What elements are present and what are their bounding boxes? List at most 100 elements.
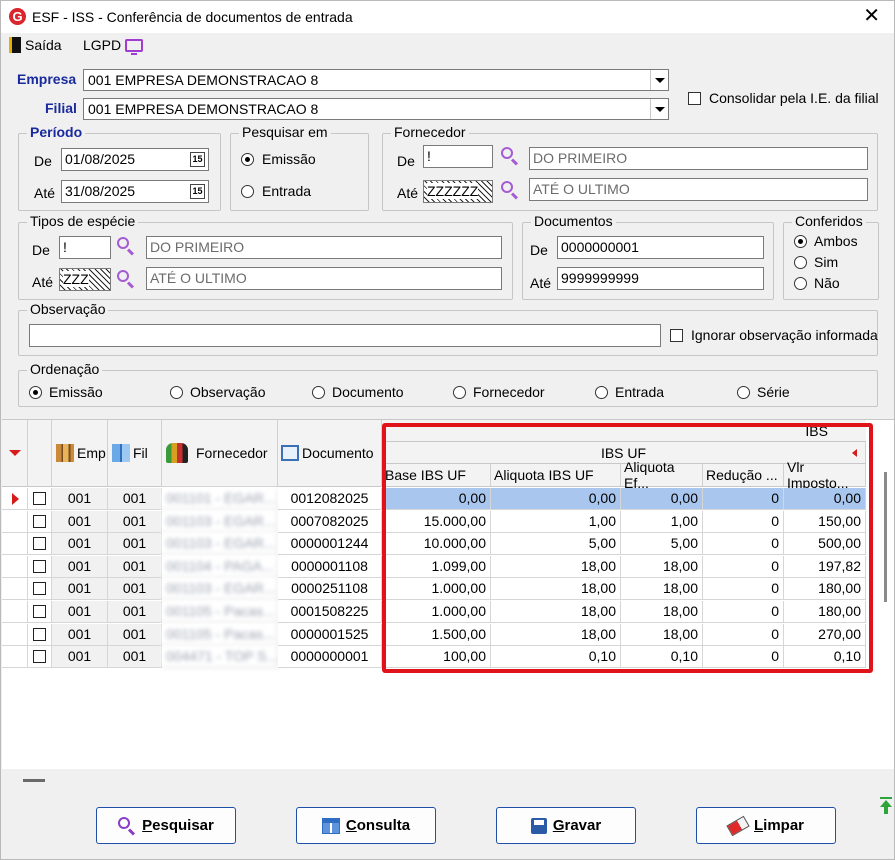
cell-emp[interactable]: 001: [52, 510, 108, 533]
fornecedor-de-code[interactable]: !: [423, 145, 493, 168]
cell-base[interactable]: 0,00: [382, 488, 491, 510]
radio-emissao[interactable]: [241, 153, 254, 166]
cell-aliq_ef[interactable]: 5,00: [621, 533, 703, 556]
cell-documento[interactable]: 0000000001: [278, 646, 382, 669]
cell-base[interactable]: 1.099,00: [382, 555, 491, 578]
tipos-de-code[interactable]: !: [59, 236, 111, 259]
cell-base[interactable]: 1.000,00: [382, 578, 491, 601]
cell-aliq[interactable]: 5,00: [491, 533, 621, 556]
filial-select[interactable]: 001 EMPRESA DEMONSTRACAO 8: [83, 98, 669, 120]
collapse-arrow-icon[interactable]: [852, 449, 857, 457]
ord-radio-serie[interactable]: [737, 386, 750, 399]
cell-vlr[interactable]: 0,10: [784, 646, 866, 669]
cell-aliq[interactable]: 18,00: [491, 601, 621, 623]
tipos-ate-code[interactable]: ZZZ: [59, 268, 111, 291]
fornecedor-header[interactable]: Fornecedor: [162, 420, 278, 487]
cell-vlr[interactable]: 0,00: [784, 488, 866, 510]
row-checkbox[interactable]: [33, 627, 46, 641]
cell-aliq_ef[interactable]: 1,00: [621, 510, 703, 533]
cell-reducao[interactable]: 0: [703, 510, 784, 533]
row-checkbox[interactable]: [33, 650, 46, 664]
calendar-icon[interactable]: 15: [190, 184, 205, 199]
ord-radio-emissao[interactable]: [29, 386, 42, 399]
fil-header[interactable]: Fil: [108, 420, 162, 487]
row-checkbox-cell[interactable]: [28, 578, 52, 601]
row-checkbox-cell[interactable]: [28, 623, 52, 646]
cell-emp[interactable]: 001: [52, 601, 108, 623]
cell-fornecedor[interactable]: 001104 - PAGA...: [162, 555, 278, 578]
cell-fornecedor[interactable]: 001103 - EGAR...: [162, 510, 278, 533]
pesquisar-button[interactable]: Pesquisar: [96, 807, 236, 844]
cell-base[interactable]: 100,00: [382, 646, 491, 669]
cell-documento[interactable]: 0000251108: [278, 578, 382, 601]
gravar-button[interactable]: Gravar: [496, 807, 636, 844]
chevron-down-icon[interactable]: [650, 99, 668, 119]
cell-reducao[interactable]: 0: [703, 646, 784, 669]
periodo-ate-input[interactable]: 31/08/2025 15: [61, 180, 209, 203]
cell-documento[interactable]: 0000001244: [278, 533, 382, 556]
search-icon[interactable]: [500, 146, 520, 166]
cell-documento[interactable]: 0012082025: [278, 488, 382, 510]
cell-vlr[interactable]: 180,00: [784, 601, 866, 623]
cell-base[interactable]: 1.000,00: [382, 601, 491, 623]
radio-sim[interactable]: [794, 256, 807, 269]
periodo-de-input[interactable]: 01/08/2025 15: [61, 148, 209, 171]
cell-reducao[interactable]: 0: [703, 601, 784, 623]
cell-fil[interactable]: 001: [108, 601, 162, 623]
row-checkbox-cell[interactable]: [28, 533, 52, 556]
lgpd-button[interactable]: LGPD: [83, 37, 144, 55]
cell-base[interactable]: 1.500,00: [382, 623, 491, 646]
consolidar-checkbox[interactable]: [688, 92, 701, 105]
row-checkbox[interactable]: [33, 492, 46, 505]
ord-radio-entrada[interactable]: [595, 386, 608, 399]
consulta-button[interactable]: Consulta: [296, 807, 436, 844]
search-icon[interactable]: [500, 180, 520, 200]
cell-emp[interactable]: 001: [52, 623, 108, 646]
cell-fil[interactable]: 001: [108, 510, 162, 533]
splitter-handle[interactable]: [23, 779, 45, 782]
cell-aliq[interactable]: 1,00: [491, 510, 621, 533]
aliquota-ef-header[interactable]: Aliquota Ef...: [621, 459, 703, 491]
row-indicator-header[interactable]: [2, 420, 28, 487]
cell-vlr[interactable]: 500,00: [784, 533, 866, 556]
check-header[interactable]: [28, 420, 52, 487]
cell-vlr[interactable]: 150,00: [784, 510, 866, 533]
search-icon[interactable]: [116, 269, 136, 289]
cell-aliq_ef[interactable]: 0,00: [621, 488, 703, 510]
cell-aliq[interactable]: 18,00: [491, 578, 621, 601]
emp-header[interactable]: Emp: [52, 420, 108, 487]
cell-documento[interactable]: 0007082025: [278, 510, 382, 533]
chevron-down-icon[interactable]: [650, 70, 668, 90]
cell-fornecedor[interactable]: 001103 - EGAR...: [162, 533, 278, 556]
cell-reducao[interactable]: 0: [703, 488, 784, 510]
limpar-button[interactable]: Limpar: [696, 807, 836, 844]
cell-documento[interactable]: 0000001108: [278, 555, 382, 578]
observacao-input[interactable]: [29, 324, 661, 347]
row-checkbox[interactable]: [33, 559, 46, 573]
radio-ambos[interactable]: [794, 235, 807, 248]
cell-aliq[interactable]: 18,00: [491, 623, 621, 646]
cell-documento[interactable]: 0001508225: [278, 601, 382, 623]
cell-documento[interactable]: 0000001525: [278, 623, 382, 646]
exit-button[interactable]: Saída: [9, 37, 62, 53]
row-checkbox[interactable]: [33, 582, 46, 596]
row-checkbox-cell[interactable]: [28, 488, 52, 510]
cell-fornecedor[interactable]: 001101 - EGAR...: [162, 488, 278, 510]
cell-base[interactable]: 10.000,00: [382, 533, 491, 556]
cell-aliq_ef[interactable]: 0,10: [621, 646, 703, 669]
radio-nao[interactable]: [794, 277, 807, 290]
cell-vlr[interactable]: 197,82: [784, 555, 866, 578]
cell-fil[interactable]: 001: [108, 646, 162, 669]
cell-aliq[interactable]: 0,10: [491, 646, 621, 669]
row-checkbox-cell[interactable]: [28, 601, 52, 623]
vertical-scrollbar[interactable]: [884, 472, 887, 602]
cell-fornecedor[interactable]: 001105 - Pacas...: [162, 601, 278, 623]
radio-entrada[interactable]: [241, 185, 254, 198]
cell-fil[interactable]: 001: [108, 555, 162, 578]
cell-emp[interactable]: 001: [52, 555, 108, 578]
row-checkbox[interactable]: [33, 514, 46, 528]
ord-radio-fornecedor[interactable]: [453, 386, 466, 399]
ord-radio-documento[interactable]: [312, 386, 325, 399]
cell-fil[interactable]: 001: [108, 533, 162, 556]
cell-fornecedor[interactable]: 001105 - Pacas...: [162, 623, 278, 646]
